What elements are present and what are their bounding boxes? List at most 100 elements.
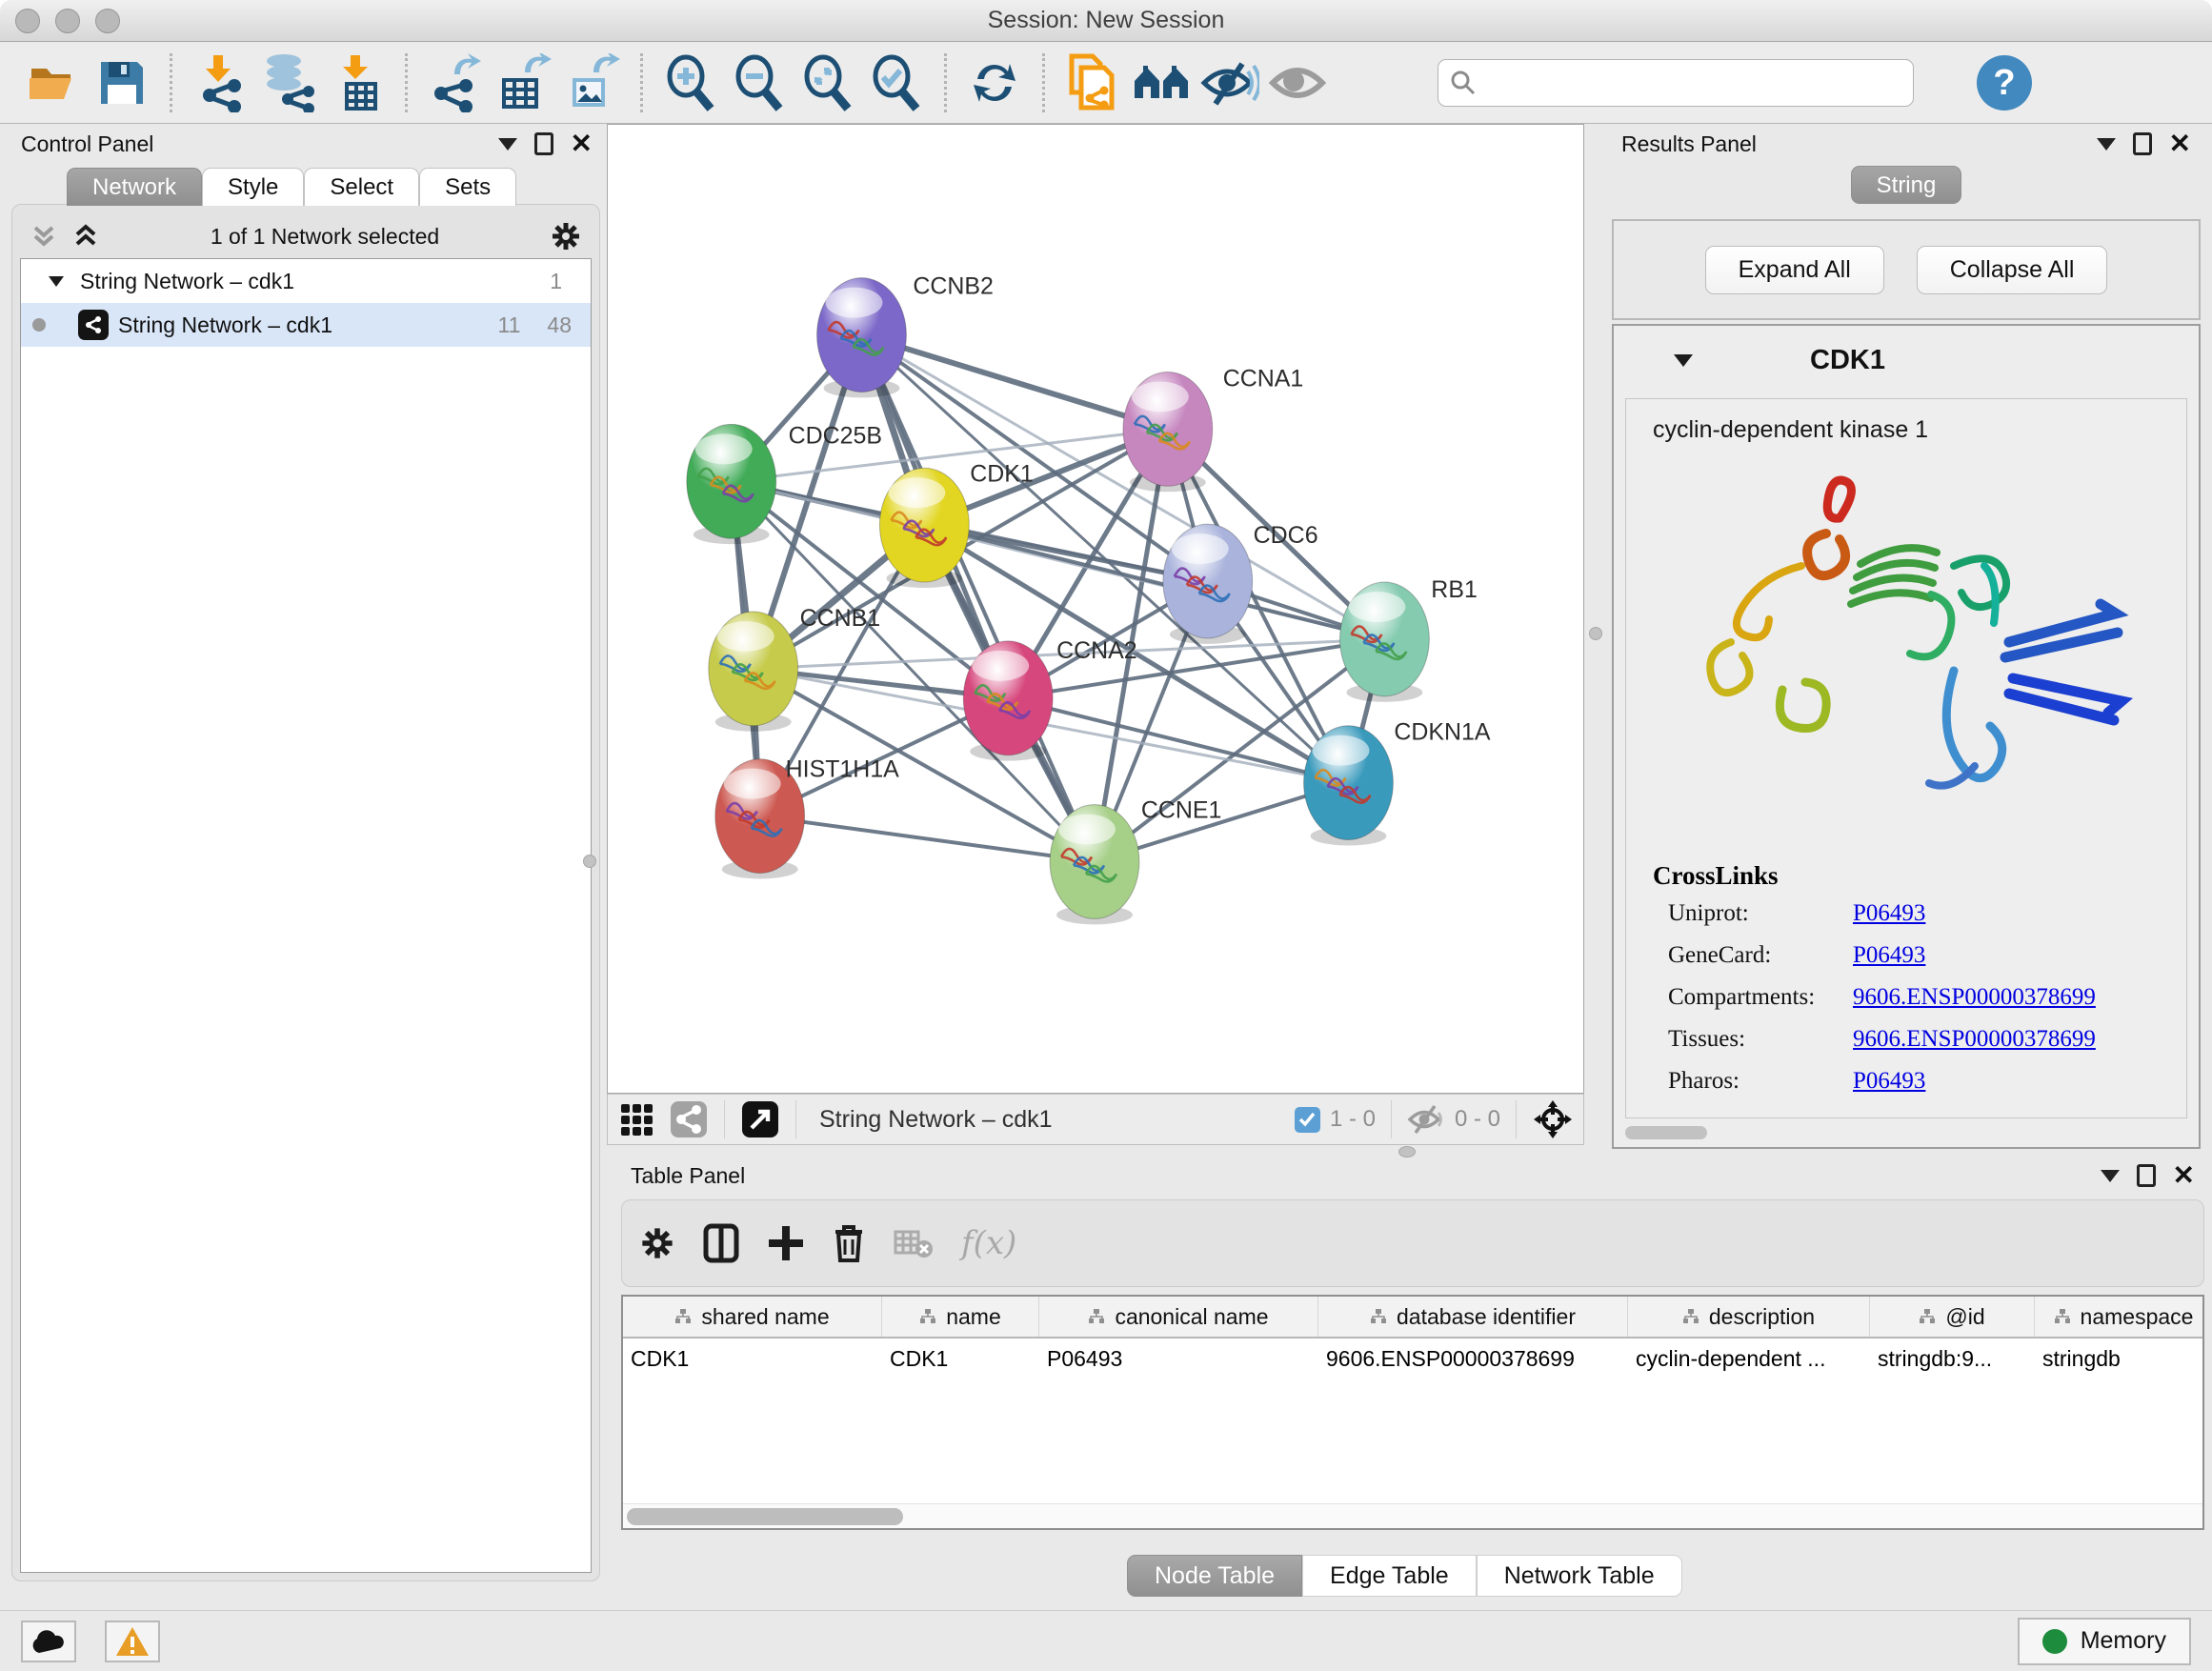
network-edge[interactable]	[861, 335, 1167, 430]
table-hscroll-thumb[interactable]	[627, 1508, 903, 1525]
expand-all-icon[interactable]	[71, 222, 100, 251]
network-collection-row[interactable]: String Network – cdk1 1	[21, 259, 591, 303]
gear-icon[interactable]	[550, 220, 582, 252]
pharos-link[interactable]: P06493	[1853, 1068, 1925, 1095]
panel-menu-icon[interactable]	[498, 138, 517, 151]
column-header[interactable]: description	[1628, 1297, 1870, 1337]
network-node[interactable]: CCNB2	[817, 273, 994, 398]
save-session-button[interactable]	[88, 50, 156, 115]
collapse-triangle-icon[interactable]	[46, 271, 67, 292]
export-network-button[interactable]	[421, 50, 490, 115]
import-network-file-button[interactable]	[186, 50, 254, 115]
export-image-button[interactable]	[558, 50, 627, 115]
close-panel-icon[interactable]: ✕	[2173, 1162, 2195, 1189]
table-type-tabs: Node Table Edge Table Network Table	[1127, 1555, 1682, 1597]
zoom-fit-button[interactable]	[794, 50, 862, 115]
float-panel-icon[interactable]	[2133, 132, 2152, 155]
network-row[interactable]: String Network – cdk1 11 48	[21, 303, 591, 347]
tab-node-table[interactable]: Node Table	[1127, 1555, 1302, 1597]
zoom-selected-button[interactable]	[862, 50, 931, 115]
tab-sets[interactable]: Sets	[419, 168, 516, 206]
detach-view-icon[interactable]	[740, 1099, 780, 1139]
network-node[interactable]: HIST1H1A	[715, 756, 899, 879]
panel-menu-icon[interactable]	[2097, 138, 2116, 151]
compartments-link[interactable]: 9606.ENSP00000378699	[1853, 984, 2096, 1011]
import-network-database-button[interactable]	[254, 50, 323, 115]
network-node[interactable]: CCNB1	[709, 605, 880, 732]
network-node[interactable]: CDC25B	[687, 422, 882, 544]
tab-string[interactable]: String	[1851, 166, 1962, 204]
function-builder-button[interactable]: f(x)	[961, 1224, 1016, 1262]
collapse-all-button[interactable]: Collapse All	[1917, 246, 2108, 294]
results-hscrollbar[interactable]	[1625, 1126, 1707, 1139]
gene-card-header[interactable]: CDK1	[1614, 326, 2199, 394]
selected-checkbox-icon[interactable]	[1295, 1107, 1320, 1133]
column-header[interactable]: @id	[1870, 1297, 2035, 1337]
right-splitter-handle[interactable]	[1589, 627, 1602, 640]
delete-table-icon[interactable]	[893, 1226, 935, 1260]
tab-edge-table[interactable]: Edge Table	[1302, 1555, 1477, 1597]
genecard-link[interactable]: P06493	[1853, 942, 1925, 969]
column-type-icon	[1370, 1308, 1387, 1325]
tab-network[interactable]: Network	[67, 168, 202, 206]
tab-select[interactable]: Select	[304, 168, 419, 206]
close-window-button[interactable]	[15, 9, 40, 33]
import-table-button[interactable]	[323, 50, 392, 115]
show-columns-icon[interactable]	[702, 1222, 740, 1264]
network-graph[interactable]: CCNB2CCNA1CDC25BCDK1CDC6RB1CCNB1CCNA2CDK…	[608, 125, 1583, 1093]
add-column-icon[interactable]	[767, 1222, 805, 1264]
collapse-all-icon[interactable]	[30, 222, 58, 251]
open-session-button[interactable]	[19, 50, 88, 115]
table-row[interactable]: CDK1 CDK1 P06493 9606.ENSP00000378699 cy…	[623, 1339, 2202, 1380]
warning-button[interactable]	[105, 1621, 160, 1662]
hide-details-button[interactable]	[1196, 50, 1264, 115]
float-panel-icon[interactable]	[2137, 1164, 2156, 1187]
memory-button[interactable]: Memory	[2018, 1618, 2191, 1665]
panel-menu-icon[interactable]	[2101, 1170, 2120, 1182]
search-input[interactable]	[1484, 70, 1901, 96]
column-header[interactable]: database identifier	[1318, 1297, 1628, 1337]
search-box[interactable]	[1438, 59, 1914, 107]
node-label: CDK1	[970, 460, 1034, 487]
left-splitter-handle[interactable]	[583, 855, 596, 868]
zoom-out-button[interactable]	[725, 50, 794, 115]
zoom-window-button[interactable]	[95, 9, 120, 33]
collapse-section-icon[interactable]	[1671, 348, 1696, 372]
birds-eye-icon[interactable]	[1532, 1098, 1574, 1140]
tissues-link[interactable]: 9606.ENSP00000378699	[1853, 1026, 2096, 1053]
column-header[interactable]: name	[882, 1297, 1039, 1337]
separator	[795, 1100, 796, 1138]
network-view-icon[interactable]	[669, 1099, 709, 1139]
neighborhood-button[interactable]	[1127, 50, 1196, 115]
delete-column-icon[interactable]	[832, 1222, 866, 1264]
table-settings-gear-icon[interactable]	[639, 1225, 675, 1261]
tab-network-table[interactable]: Network Table	[1477, 1555, 1682, 1597]
expand-all-button[interactable]: Expand All	[1705, 246, 1884, 294]
table-hscrollbar[interactable]	[623, 1503, 2202, 1528]
network-canvas[interactable]: CCNB2CCNA1CDC25BCDK1CDC6RB1CCNB1CCNA2CDK…	[607, 124, 1584, 1094]
column-header[interactable]: shared name	[623, 1297, 882, 1337]
help-button[interactable]: ?	[1977, 55, 2032, 111]
show-details-button[interactable]	[1264, 50, 1333, 115]
network-edge[interactable]	[760, 816, 1095, 862]
table-header-row: shared name name canonical name database…	[623, 1297, 2202, 1339]
column-header[interactable]: namespace	[2035, 1297, 2212, 1337]
network-node[interactable]: CCNE1	[1050, 797, 1221, 925]
uniprot-link[interactable]: P06493	[1853, 900, 1925, 927]
network-node[interactable]: CDKN1A	[1304, 719, 1491, 846]
export-table-button[interactable]	[490, 50, 558, 115]
minimize-window-button[interactable]	[55, 9, 80, 33]
float-panel-icon[interactable]	[534, 132, 553, 155]
clone-network-button[interactable]	[1058, 50, 1127, 115]
separator	[1516, 1100, 1517, 1138]
tab-style[interactable]: Style	[202, 168, 304, 206]
hidden-eye-icon[interactable]	[1407, 1103, 1445, 1136]
cloud-button[interactable]	[21, 1621, 76, 1662]
grid-view-icon[interactable]	[617, 1100, 655, 1138]
close-panel-icon[interactable]: ✕	[2169, 131, 2191, 157]
close-panel-icon[interactable]: ✕	[571, 131, 593, 157]
apply-layout-button[interactable]	[960, 50, 1029, 115]
zoom-in-button[interactable]	[656, 50, 725, 115]
column-header[interactable]: canonical name	[1039, 1297, 1318, 1337]
network-node[interactable]: RB1	[1339, 576, 1477, 702]
